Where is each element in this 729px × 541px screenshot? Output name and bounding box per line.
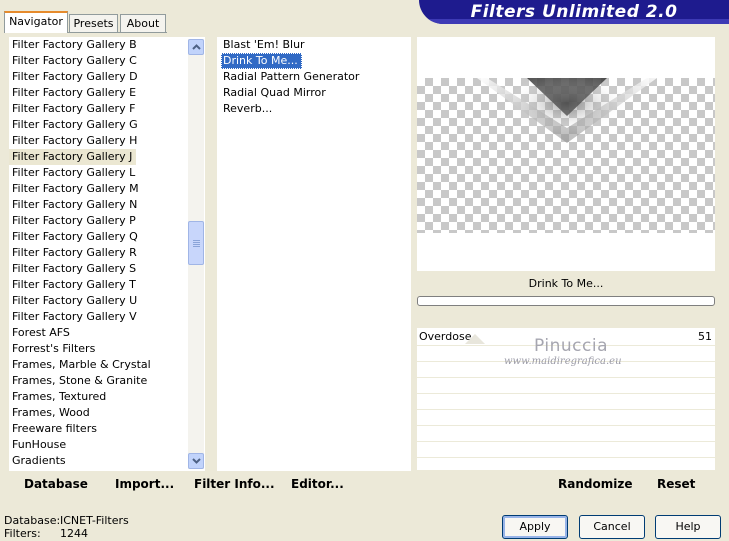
filter-info-button[interactable]: Filter Info... — [194, 477, 275, 491]
category-item[interactable]: Filter Factory Gallery H — [9, 133, 151, 149]
category-item[interactable]: Filter Factory Gallery B — [9, 37, 151, 53]
category-item[interactable]: Filter Factory Gallery Q — [9, 229, 151, 245]
filter-item[interactable]: Radial Quad Mirror — [217, 85, 359, 101]
progress-bar — [417, 296, 715, 306]
category-item[interactable]: Frames, Marble & Crystal — [9, 357, 151, 373]
category-item[interactable]: Forest AFS — [9, 325, 151, 341]
status-database-label: Database: — [4, 514, 61, 527]
preview-effect — [477, 78, 657, 143]
category-item[interactable]: Filter Factory Gallery P — [9, 213, 151, 229]
category-item[interactable]: Filter Factory Gallery E — [9, 85, 151, 101]
category-item[interactable]: Filter Factory Gallery M — [9, 181, 151, 197]
app-banner: Filters Unlimited 2.0 — [419, 0, 729, 24]
help-button[interactable]: Help — [655, 515, 721, 539]
category-item[interactable]: Filter Factory Gallery C — [9, 53, 151, 69]
database-button[interactable]: Database — [24, 477, 88, 491]
category-list[interactable]: Filter Factory Gallery B Filter Factory G… — [9, 37, 151, 469]
category-item[interactable]: Frames, Stone & Granite — [9, 373, 151, 389]
cancel-button[interactable]: Cancel — [579, 515, 645, 539]
category-item[interactable]: Filter Factory Gallery V — [9, 309, 151, 325]
filter-item[interactable]: Reverb... — [217, 101, 359, 117]
reset-button[interactable]: Reset — [657, 477, 695, 491]
category-item[interactable]: Filter Factory Gallery S — [9, 261, 151, 277]
tab-about[interactable]: About — [120, 14, 166, 32]
preview-footer — [417, 233, 715, 271]
filter-list[interactable]: Blast 'Em! Blur Drink To Me... Radial Patt… — [217, 37, 359, 117]
category-item[interactable]: Freeware filters — [9, 421, 151, 437]
scroll-down-button[interactable] — [188, 453, 204, 469]
category-scrollbar[interactable] — [188, 39, 204, 469]
apply-button[interactable]: Apply — [502, 515, 568, 539]
category-item[interactable]: Frames, Wood — [9, 405, 151, 421]
randomize-button[interactable]: Randomize — [558, 477, 632, 491]
category-item[interactable]: Gradients — [9, 453, 151, 469]
category-item[interactable]: FunHouse — [9, 437, 151, 453]
category-item[interactable]: Filter Factory Gallery T — [9, 277, 151, 293]
category-item[interactable]: Filter Factory Gallery F — [9, 101, 151, 117]
scroll-up-button[interactable] — [188, 39, 204, 55]
category-item[interactable]: Forrest's Filters — [9, 341, 151, 357]
status-filters-label: Filters: — [4, 527, 41, 540]
category-list-panel[interactable]: Filter Factory Gallery B Filter Factory G… — [9, 37, 205, 471]
category-item[interactable]: Filter Factory Gallery D — [9, 69, 151, 85]
tab-presets[interactable]: Presets — [69, 14, 118, 32]
preview-filter-name: Drink To Me... — [528, 277, 604, 290]
category-item[interactable]: Filter Factory Gallery L — [9, 165, 151, 181]
tab-navigator[interactable]: Navigator — [4, 11, 68, 33]
param-value-overdose: 51 — [698, 330, 712, 343]
editor-button[interactable]: Editor... — [291, 477, 344, 491]
scroll-thumb[interactable] — [188, 221, 204, 265]
category-item[interactable]: Filter Factory Gallery U — [9, 293, 151, 309]
status-filters-value: 1244 — [60, 527, 88, 540]
category-item[interactable]: Frames, Textured — [9, 389, 151, 405]
filter-item[interactable]: Radial Pattern Generator — [217, 69, 359, 85]
chevron-down-icon — [191, 458, 201, 464]
param-label-overdose: Overdose — [419, 330, 472, 343]
status-database-value: ICNET-Filters — [60, 514, 129, 527]
category-item[interactable]: Filter Factory Gallery J — [9, 149, 137, 165]
slider-indicator[interactable] — [465, 334, 485, 344]
filter-list-panel[interactable]: Blast 'Em! Blur Drink To Me... Radial Patt… — [217, 37, 411, 471]
import-button[interactable]: Import... — [115, 477, 174, 491]
filter-item[interactable]: Blast 'Em! Blur — [217, 37, 359, 53]
app-title: Filters Unlimited 2.0 — [470, 2, 678, 22]
watermark-url: www.maidiregrafica.eu — [504, 356, 622, 367]
filter-item[interactable]: Drink To Me... — [221, 53, 302, 69]
watermark-name: Pinuccia — [534, 336, 608, 356]
preview-image — [417, 78, 715, 233]
category-item[interactable]: Filter Factory Gallery N — [9, 197, 151, 213]
category-item[interactable]: Filter Factory Gallery G — [9, 117, 151, 133]
category-item[interactable]: Filter Factory Gallery R — [9, 245, 151, 261]
chevron-up-icon — [191, 44, 201, 50]
